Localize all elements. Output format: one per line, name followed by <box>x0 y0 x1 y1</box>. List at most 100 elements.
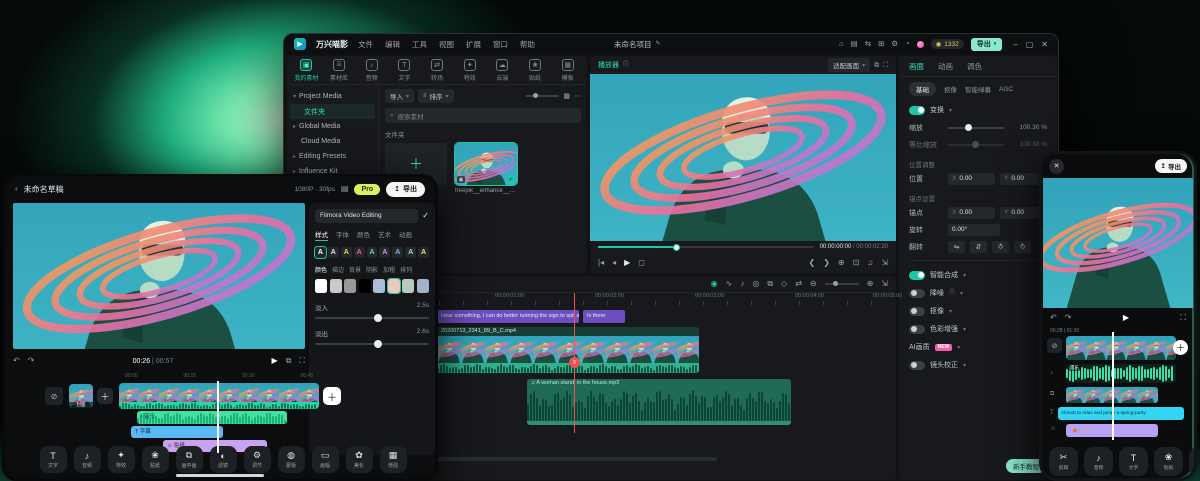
edit-title-icon[interactable]: ✎ <box>656 41 661 47</box>
close-icon[interactable]: ✕ <box>1049 159 1064 174</box>
timeline-zoom-slider[interactable] <box>825 283 859 285</box>
color-swatch[interactable] <box>417 279 429 293</box>
tab-stickers[interactable]: ❀贴纸 <box>520 59 551 82</box>
fullscreen-icon[interactable]: ⛶ <box>299 357 305 365</box>
color-swatch-selected[interactable] <box>388 279 400 293</box>
zoom-in-button[interactable]: ⊕ <box>867 280 874 288</box>
phone-export-button[interactable]: ↥ 导出 <box>1155 159 1187 173</box>
pip-track-button[interactable]: ⧉ <box>767 280 773 288</box>
undo-button[interactable]: ↶ <box>13 357 20 365</box>
sidebar-item-editing-presets[interactable]: ▸Editing Presets <box>287 149 378 164</box>
tab-my-media[interactable]: ▣我的素材 <box>291 59 322 82</box>
props-tab-video[interactable]: 画面 <box>909 61 924 72</box>
maximize-button[interactable]: ▢ <box>1026 40 1034 49</box>
tab-templates[interactable]: ▦模板 <box>552 59 583 82</box>
uniform-scale-slider[interactable] <box>948 144 1004 146</box>
flip-horizontal-button[interactable]: ⇋ <box>948 241 965 253</box>
subtab-background[interactable]: 背景 <box>349 265 361 274</box>
sidebar-item-global-media[interactable]: ▸Global Media <box>287 119 378 134</box>
menu-window[interactable]: 窗口 <box>493 39 508 50</box>
minimize-button[interactable]: – <box>1013 40 1017 49</box>
preset-style[interactable]: A <box>341 247 352 258</box>
subtab-stroke[interactable]: 描边 <box>332 265 344 274</box>
subtitle-clip-2[interactable]: Is there <box>583 310 625 323</box>
tab-art[interactable]: 艺术 <box>378 229 391 241</box>
add-clip-small-button[interactable]: ＋ <box>97 388 113 404</box>
bell-icon[interactable]: ◔ <box>905 40 910 48</box>
color-swatch[interactable] <box>373 279 385 293</box>
transition-button[interactable]: ⇄ <box>795 280 802 288</box>
append-clip-button[interactable]: ＋ <box>323 387 341 405</box>
menu-extensions[interactable]: 扩展 <box>466 39 481 50</box>
toolbar-audio[interactable]: ♪音频 <box>1084 447 1113 476</box>
sidebar-item-cloud-media[interactable]: Cloud Media <box>287 134 378 149</box>
keyframe-button[interactable]: ◇ <box>781 280 787 288</box>
preset-style[interactable]: A <box>379 247 390 258</box>
keying-toggle[interactable] <box>909 307 925 316</box>
subtab-shadow[interactable]: 阴影 <box>366 265 378 274</box>
preview-canvas[interactable] <box>590 74 896 241</box>
toolbar-enhance[interactable]: ▦增强 <box>380 446 407 473</box>
subtab-greenscreen[interactable]: 智能绿幕 <box>965 84 991 94</box>
scale-slider[interactable] <box>948 127 1004 129</box>
tab-color[interactable]: 颜色 <box>357 229 370 241</box>
fade-out-slider[interactable] <box>315 343 429 345</box>
mute-original-button[interactable]: ⊘ <box>45 387 63 405</box>
toolbar-pip[interactable]: ⧉画中画 <box>176 446 203 473</box>
chevron-down-icon[interactable]: ▾ <box>949 107 952 114</box>
tab-stock[interactable]: ⌸素材库 <box>324 59 355 82</box>
play-button[interactable]: ▶ <box>1123 314 1129 322</box>
snapshot-button[interactable]: ⊡ <box>853 259 860 267</box>
tablet-export-button[interactable]: ↥ 导出 <box>386 182 425 197</box>
tablet-text-clip[interactable]: T 字幕 <box>131 426 223 438</box>
ai-quality-row[interactable]: AI画质 NEW ▾ <box>899 338 1057 356</box>
sidebar-item-project-media[interactable]: ▾Project Media <box>287 89 378 104</box>
close-button[interactable]: ✕ <box>1041 40 1048 49</box>
audio-clip[interactable]: ♫ A woman stand, in the house.mp3 <box>527 379 791 425</box>
subtitle-clip-1[interactable]: Hear something, I can do better running … <box>437 310 579 323</box>
anchor-x-field[interactable]: X0.00 <box>948 207 995 219</box>
mute-original-button[interactable]: ⊘ <box>1047 338 1062 353</box>
fullscreen-icon[interactable]: ⛶ <box>883 62 888 69</box>
layout-icon[interactable]: ▤ <box>341 185 349 193</box>
preset-style[interactable]: A <box>367 247 378 258</box>
preset-style[interactable]: A <box>315 247 326 258</box>
apps-icon[interactable]: ⊞ <box>878 40 884 48</box>
denoise-toggle[interactable] <box>909 289 925 298</box>
media-item[interactable]: ▣ ✓ freepik__enhance__57.. <box>455 143 517 197</box>
text-content-field[interactable]: Filmora Video Editing <box>315 209 418 223</box>
gear-icon[interactable]: ⚙ <box>891 40 898 48</box>
pip-icon[interactable]: ⧉ <box>286 357 292 365</box>
layout-icon[interactable]: ▤ <box>851 40 858 48</box>
rotate-left-button[interactable]: ⥀ <box>992 241 1009 253</box>
expand-button[interactable]: ⇲ <box>881 259 888 267</box>
zoom-preview-button[interactable]: ⊕ <box>838 259 845 267</box>
fit-timeline-button[interactable]: ⇲ <box>881 280 888 288</box>
transform-toggle[interactable] <box>909 106 925 115</box>
subtab-bold[interactable]: 加粗 <box>383 265 395 274</box>
more-icon[interactable]: ⋯ <box>574 93 581 100</box>
tab-animation[interactable]: 动画 <box>399 229 412 241</box>
confirm-check-icon[interactable]: ✓ <box>422 212 429 220</box>
playhead-handle[interactable]: ≡ <box>569 357 580 368</box>
record-button[interactable]: ◉ <box>711 280 718 288</box>
resolution-label[interactable]: 1080P · 30fps <box>295 186 335 193</box>
phone-preview[interactable] <box>1043 178 1193 308</box>
rotate-field[interactable]: 0.00° <box>948 224 1000 236</box>
preview-quality-button[interactable]: ◎ <box>752 280 759 288</box>
position-x-field[interactable]: X0.00 <box>948 173 995 185</box>
tab-audio[interactable]: ♪音频 <box>356 59 387 82</box>
preset-style[interactable]: A <box>328 247 339 258</box>
toolbar-audio[interactable]: ♪音频 <box>74 446 101 473</box>
subtab-align[interactable]: 排列 <box>400 265 412 274</box>
mark-in-button[interactable]: ❮ <box>808 259 815 267</box>
color-enhance-toggle[interactable] <box>909 325 925 334</box>
tab-text[interactable]: T文字 <box>389 59 420 82</box>
phone-text-clip[interactable]: Almost to relax and jump! a spring-party <box>1058 407 1184 420</box>
toolbar-edit[interactable]: ✂剪辑 <box>1049 447 1078 476</box>
color-swatch[interactable] <box>344 279 356 293</box>
toolbar-text[interactable]: T文字 <box>1119 447 1148 476</box>
link-button[interactable]: ∿ <box>726 280 733 288</box>
seek-knob[interactable] <box>673 244 680 251</box>
step-back-button[interactable]: ◂ <box>612 259 616 267</box>
